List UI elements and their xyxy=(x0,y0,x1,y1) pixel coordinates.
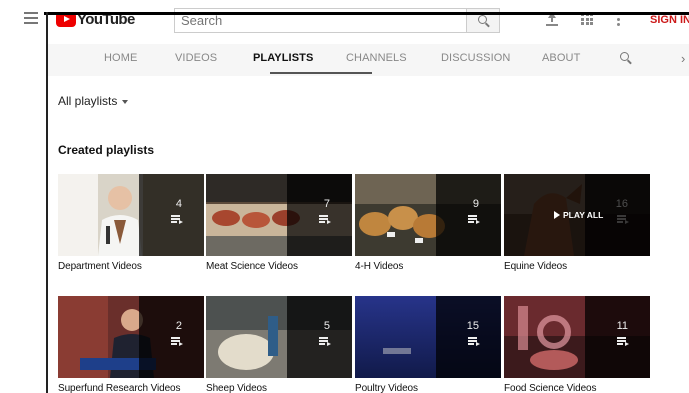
playlist-icon xyxy=(171,337,183,347)
caret-down-icon xyxy=(122,99,129,104)
tabs-next-chevron-icon[interactable]: › xyxy=(681,51,685,66)
channel-search-icon xyxy=(620,52,629,61)
playlist-card[interactable]: 2 Superfund Research Videos xyxy=(58,296,204,393)
playlist-thumbnail[interactable]: 4 xyxy=(58,174,204,256)
tab-channels[interactable]: CHANNELS xyxy=(346,52,407,64)
video-count: 5 xyxy=(323,320,330,332)
tab-videos[interactable]: VIDEOS xyxy=(175,52,217,64)
search-icon xyxy=(478,15,487,24)
playlist-title[interactable]: 4-H Videos xyxy=(355,261,501,272)
play-all-button[interactable]: PLAY ALL xyxy=(554,210,603,220)
playlist-icon xyxy=(617,337,629,347)
active-tab-indicator xyxy=(270,72,372,74)
video-count: 15 xyxy=(466,320,479,332)
playlist-thumbnail[interactable]: 7 xyxy=(206,174,352,256)
section-title: Created playlists xyxy=(58,143,155,157)
playlist-title[interactable]: Sheep Videos xyxy=(206,383,352,393)
sort-dropdown[interactable]: All playlists xyxy=(58,94,129,108)
playlist-thumbnail[interactable]: 11 xyxy=(504,296,650,378)
tab-about[interactable]: ABOUT xyxy=(542,52,580,64)
playlist-thumbnail[interactable]: 2 xyxy=(58,296,204,378)
tab-playlists[interactable]: PLAYLISTS xyxy=(253,52,313,64)
playlist-card[interactable]: 7 Meat Science Videos xyxy=(206,174,352,272)
video-count: 7 xyxy=(323,198,330,210)
playlist-card[interactable]: 16 PLAY ALL Equine Videos xyxy=(504,174,650,272)
sign-in-button[interactable]: SIGN IN xyxy=(650,14,689,26)
playlist-icon xyxy=(319,215,331,225)
channel-tabs: HOME VIDEOS PLAYLISTS CHANNELS DISCUSSIO… xyxy=(48,44,689,76)
playlist-card[interactable]: 11 Food Science Videos xyxy=(504,296,650,393)
playlist-icon xyxy=(319,337,331,347)
playlist-title[interactable]: Poultry Videos xyxy=(355,383,501,393)
playlist-card[interactable]: 4 Department Videos xyxy=(58,174,204,272)
playlist-thumbnail[interactable]: 5 xyxy=(206,296,352,378)
playlist-title[interactable]: Food Science Videos xyxy=(504,383,650,393)
playlist-icon xyxy=(468,215,480,225)
sort-label: All playlists xyxy=(58,94,118,108)
window-frame-top xyxy=(44,12,689,15)
playlist-icon xyxy=(171,215,183,225)
playlists-content: All playlists Created playlists 4 Depart… xyxy=(48,76,689,393)
masthead: YouTube SIGN IN xyxy=(0,0,689,44)
playlist-title[interactable]: Department Videos xyxy=(58,261,204,272)
playlist-title[interactable]: Equine Videos xyxy=(504,261,650,272)
playlist-card[interactable]: 5 Sheep Videos xyxy=(206,296,352,393)
playlist-title[interactable]: Meat Science Videos xyxy=(206,261,352,272)
playlist-icon xyxy=(468,337,480,347)
video-count: 4 xyxy=(175,198,182,210)
video-count: 11 xyxy=(616,320,628,332)
playlist-card[interactable]: 9 4-H Videos xyxy=(355,174,501,272)
menu-icon[interactable] xyxy=(24,12,38,24)
playlist-thumbnail[interactable]: 9 xyxy=(355,174,501,256)
tab-home[interactable]: HOME xyxy=(104,52,137,64)
video-count: 9 xyxy=(472,198,479,210)
playlist-thumbnail[interactable]: 16 PLAY ALL xyxy=(504,174,650,256)
playlist-thumbnail[interactable]: 15 xyxy=(355,296,501,378)
playlist-card[interactable]: 15 Poultry Videos xyxy=(355,296,501,393)
video-count: 2 xyxy=(175,320,182,332)
tab-discussion[interactable]: DISCUSSION xyxy=(441,52,510,64)
playlist-title[interactable]: Superfund Research Videos xyxy=(58,383,204,393)
